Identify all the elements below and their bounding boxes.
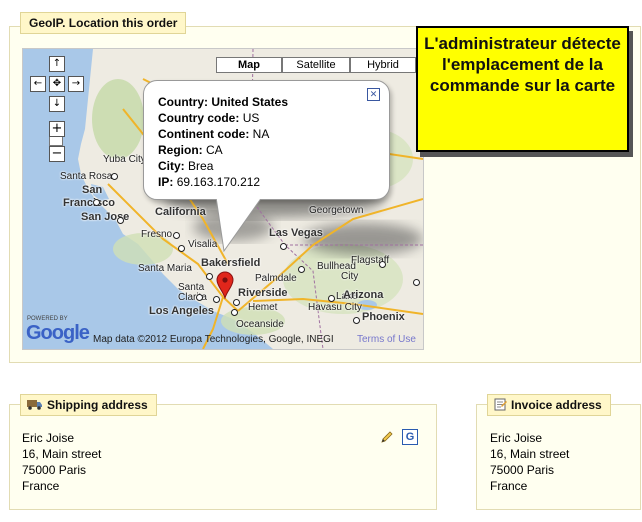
invoice-address: Eric Joise 16, Main street 75000 Paris F…: [490, 430, 569, 494]
city-dot: [196, 294, 203, 301]
truck-icon: [27, 400, 42, 410]
city-label: Palmdale: [255, 273, 297, 284]
pan-right-icon[interactable]: →: [68, 76, 84, 92]
map-type-switcher: Map Satellite Hybrid: [216, 57, 416, 73]
city-dot: [111, 173, 118, 180]
zoom-in-icon[interactable]: +: [49, 121, 65, 137]
city-label: City:: [158, 159, 185, 173]
ip-label: IP:: [158, 175, 174, 189]
city-label: Havasu City: [308, 302, 362, 313]
address-line: France: [22, 479, 60, 493]
location-info-window: ✕ Country: United States Country code: U…: [143, 80, 390, 200]
city-label: Yuba City: [103, 154, 146, 165]
address-line: 75000 Paris: [490, 463, 555, 477]
address-line: 16, Main street: [22, 447, 102, 461]
city-dot: [117, 217, 124, 224]
city-dot: [233, 299, 240, 306]
city-label: Phoenix: [362, 311, 405, 323]
callout-text: L'administrateur détecte l'emplacement d…: [424, 34, 621, 95]
city-dot: [353, 317, 360, 324]
city-label: Hemet: [248, 302, 278, 313]
city-label: Francisco: [63, 197, 115, 209]
city-label: Los Angeles: [149, 305, 214, 317]
state-label: Arizona: [343, 289, 384, 301]
state-label: California: [155, 206, 206, 218]
address-line: 16, Main street: [490, 447, 570, 461]
country-code-value: US: [242, 111, 260, 125]
info-window-tail: [215, 196, 263, 253]
city-label: Riverside: [238, 287, 288, 299]
address-line: Eric Joise: [22, 431, 75, 445]
city-label: Santa Maria: [138, 263, 192, 274]
address-line: France: [490, 479, 528, 493]
pan-left-icon[interactable]: ←: [30, 76, 46, 92]
geoip-legend: GeoIP. Location this order: [20, 12, 187, 34]
shipping-address: Eric Joise 16, Main street 75000 Paris F…: [22, 430, 101, 494]
city-label: Las Vegas: [269, 227, 323, 239]
city-label: Bakersfield: [201, 257, 261, 269]
shipping-legend-text: Shipping address: [47, 398, 148, 412]
terms-of-use-link[interactable]: Terms of Use: [357, 334, 416, 345]
shipping-legend: Shipping address: [20, 394, 157, 416]
country-code-label: Country code:: [158, 111, 240, 125]
map-attribution: Map data ©2012 Europa Technologies, Goog…: [93, 334, 334, 345]
city-label: Fresno: [141, 229, 173, 240]
pan-center-icon[interactable]: ✥: [49, 76, 65, 92]
continent-code-label: Continent code:: [158, 127, 250, 141]
city-dot: [178, 245, 185, 252]
edit-pencil-icon[interactable]: [380, 430, 394, 444]
address-line: 75000 Paris: [22, 463, 87, 477]
map-type-satellite-button[interactable]: Satellite: [282, 57, 350, 73]
map-type-map-button[interactable]: Map: [216, 57, 282, 73]
city-label: City: [341, 271, 359, 282]
city-dot: [231, 309, 238, 316]
city-dot: [93, 199, 100, 206]
city-dot: [379, 261, 386, 268]
city-dot: [206, 273, 213, 280]
country-label: Country:: [158, 95, 208, 109]
city-dot: [413, 279, 420, 286]
pan-up-icon[interactable]: ↑: [49, 56, 65, 72]
city-dot: [328, 295, 335, 302]
google-maps-icon[interactable]: G: [402, 429, 418, 445]
city-label: Santa Rosa: [60, 171, 113, 182]
zoom-slider[interactable]: [49, 136, 63, 146]
city-dot: [173, 232, 180, 239]
invoice-legend-text: Invoice address: [511, 398, 602, 412]
zoom-out-icon[interactable]: −: [49, 146, 65, 162]
google-logo: Google: [26, 322, 90, 344]
ip-value: 69.163.170.212: [176, 175, 261, 189]
city-label: Georgetown: [309, 205, 364, 216]
city-dot: [298, 266, 305, 273]
region-value: CA: [206, 143, 223, 157]
location-marker-icon[interactable]: [216, 271, 234, 299]
address-line: Eric Joise: [490, 431, 543, 445]
invoice-legend: Invoice address: [487, 394, 611, 416]
country-value: United States: [211, 95, 289, 109]
close-icon[interactable]: ✕: [367, 88, 380, 101]
city-dot: [280, 243, 287, 250]
pan-down-icon[interactable]: ↓: [49, 96, 65, 112]
map-type-hybrid-button[interactable]: Hybrid: [350, 57, 416, 73]
city-label: Oceanside: [236, 319, 284, 330]
region-label: Region:: [158, 143, 203, 157]
city-label: San: [82, 184, 103, 196]
invoice-icon: [494, 398, 507, 411]
continent-code-value: NA: [252, 127, 270, 141]
city-value: Brea: [188, 159, 214, 173]
annotation-callout: L'administrateur détecte l'emplacement d…: [416, 26, 629, 152]
